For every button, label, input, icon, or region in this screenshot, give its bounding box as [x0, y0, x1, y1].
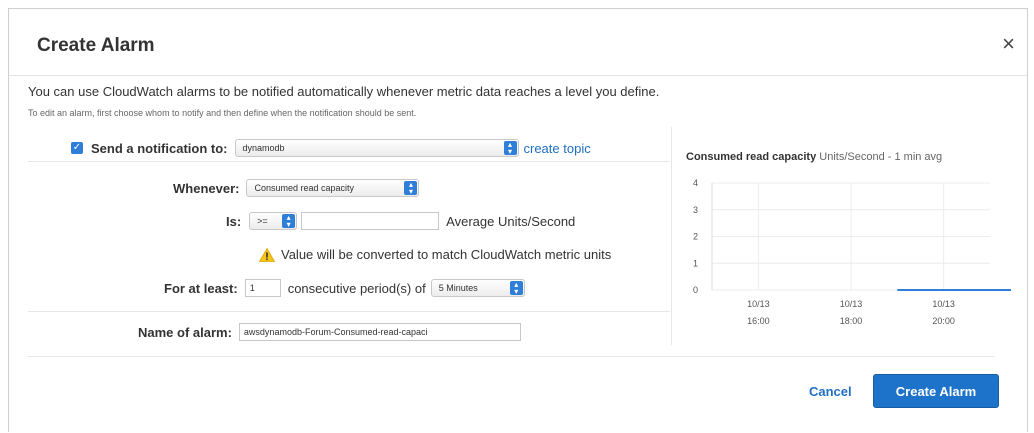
footer-divider: [28, 356, 994, 357]
is-label: Is:: [226, 213, 242, 229]
close-icon[interactable]: ×: [1002, 33, 1015, 55]
whenever-select-value: Consumed read capacity: [254, 183, 355, 193]
whenever-label: Whenever:: [173, 180, 240, 196]
x-tick-label-date: 10/13: [932, 299, 955, 309]
form-divider: [28, 161, 670, 162]
alarm-form: ✓ Send a notification to: dynamodb ▴ ▾ cr…: [28, 127, 670, 345]
period-select-value: 5 Minutes: [438, 283, 478, 293]
periods-input[interactable]: [244, 279, 281, 297]
chart-panel: Consumed read capacity Units/Second - 1 …: [671, 127, 1011, 345]
intro-text: You can use CloudWatch alarms to be noti…: [28, 84, 660, 99]
intro-subtext: To edit an alarm, first choose whom to n…: [28, 108, 417, 118]
y-tick-label: 2: [693, 232, 698, 242]
for-at-least-label: For at least:: [164, 280, 238, 296]
notify-select-value: dynamodb: [242, 143, 285, 153]
period-select[interactable]: 5 Minutes ▴ ▾: [430, 279, 525, 297]
x-tick-label-date: 10/13: [840, 299, 863, 309]
x-tick-label-time: 18:00: [840, 316, 863, 326]
alarm-name-row: Name of alarm:: [138, 323, 521, 341]
x-tick-label-time: 16:00: [747, 316, 770, 326]
dialog-header: Create Alarm ×: [9, 9, 1027, 76]
unit-text: Average Units/Second: [446, 213, 576, 229]
create-topic-link[interactable]: create topic: [524, 141, 591, 156]
is-row: Is: >= ▴ ▾ Average Units/Second: [226, 212, 575, 230]
select-arrows-icon: ▴ ▾: [509, 281, 523, 296]
notify-select[interactable]: dynamodb ▴ ▾: [234, 139, 519, 157]
y-tick-label: 0: [693, 285, 698, 295]
chart-svg: 0 1 2 3 4 10/13 16:00 10/13 18:00 10/13 20:00: [693, 178, 1011, 326]
whenever-select[interactable]: Consumed read capacity ▴ ▾: [246, 179, 420, 197]
periods-text: consecutive period(s) of: [287, 280, 426, 296]
select-arrows-icon: ▴ ▾: [282, 214, 296, 229]
notify-checkbox[interactable]: ✓: [71, 142, 83, 154]
operator-select[interactable]: >= ▴ ▾: [249, 212, 298, 230]
notify-row: ✓ Send a notification to: dynamodb ▴ ▾ cr…: [71, 139, 591, 157]
for-at-least-row: For at least: consecutive period(s) of 5…: [164, 279, 525, 297]
warning-triangle-icon: [259, 247, 275, 262]
warning-text: Value will be converted to match CloudWa…: [281, 247, 612, 262]
warning-row: Value will be converted to match CloudWa…: [259, 247, 611, 262]
y-tick-label: 4: [693, 178, 698, 188]
dialog-title: Create Alarm: [37, 35, 155, 56]
select-arrows-icon: ▴ ▾: [503, 141, 517, 156]
operator-select-value: >=: [257, 216, 268, 226]
alarm-name-label: Name of alarm:: [138, 324, 232, 340]
create-alarm-button[interactable]: Create Alarm: [873, 374, 999, 408]
x-tick-label-date: 10/13: [747, 299, 770, 309]
form-divider: [28, 311, 670, 312]
threshold-input[interactable]: [301, 212, 440, 230]
x-tick-label-time: 20:00: [932, 316, 955, 326]
y-tick-label: 3: [693, 205, 698, 215]
alarm-name-input[interactable]: [238, 323, 521, 341]
select-arrows-icon: ▴ ▾: [404, 181, 418, 196]
whenever-row: Whenever: Consumed read capacity ▴ ▾: [173, 179, 420, 197]
y-tick-label: 1: [693, 258, 698, 268]
notify-label: Send a notification to:: [91, 140, 228, 156]
cancel-button[interactable]: Cancel: [809, 384, 852, 399]
